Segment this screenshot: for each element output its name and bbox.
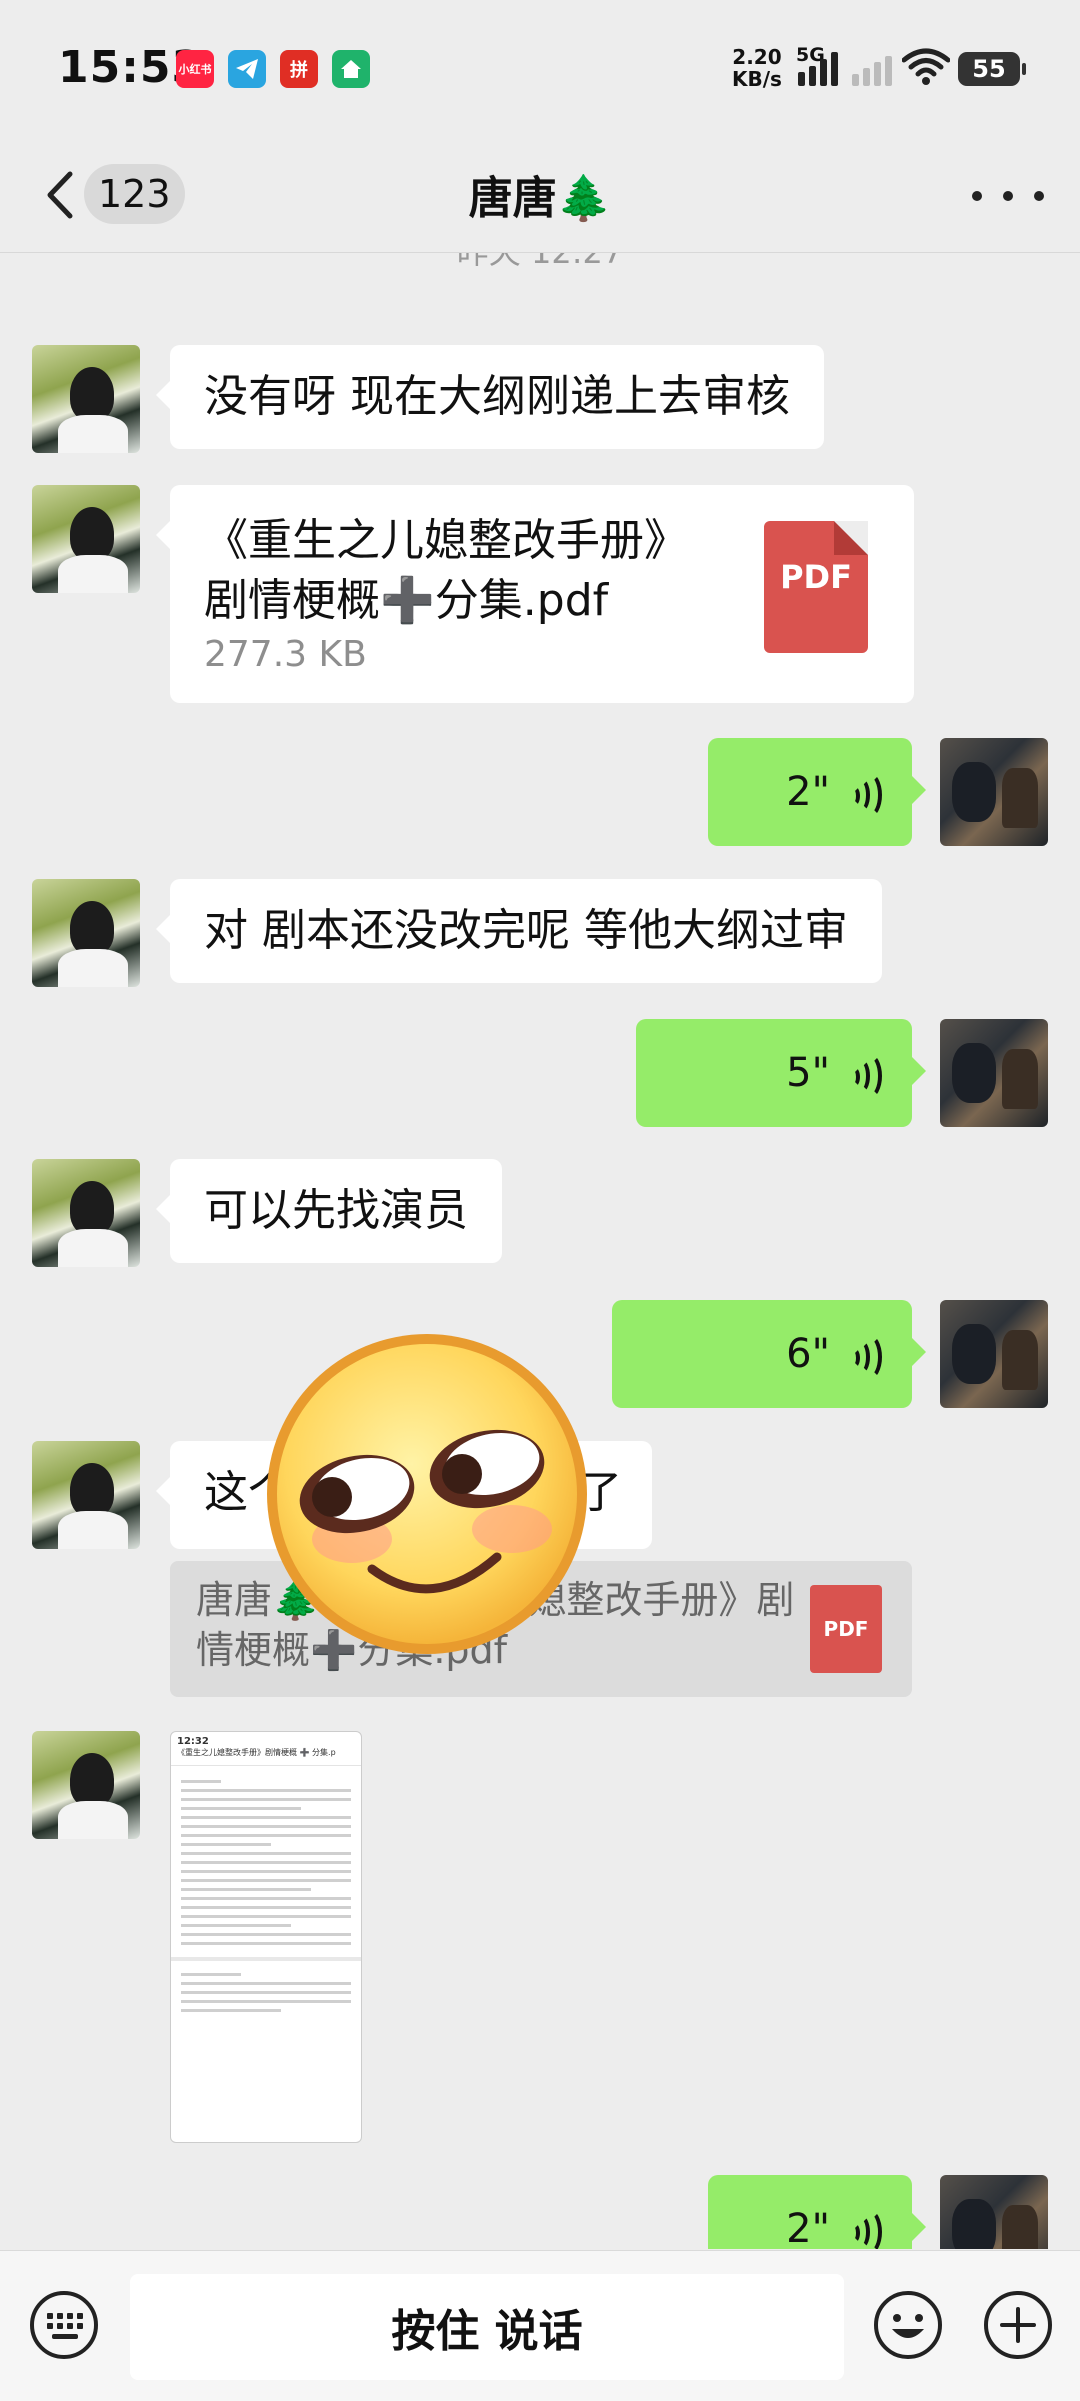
contact-avatar[interactable]: [32, 1441, 140, 1549]
voice-message[interactable]: 2": [708, 738, 926, 846]
contact-avatar[interactable]: [32, 879, 140, 987]
pdf-file-icon: PDF: [764, 521, 868, 653]
chat-title: 唐唐🌲: [468, 173, 612, 224]
my-avatar[interactable]: [940, 1300, 1048, 1408]
contact-avatar[interactable]: [32, 1731, 140, 1839]
pdf-label: PDF: [780, 558, 852, 596]
keyboard-icon[interactable]: [28, 2289, 100, 2361]
voice-duration: 6": [786, 1331, 830, 1377]
network-speed: 2.20 KB/s: [732, 46, 782, 90]
image-caption: 《重生之儿媳整改手册》剧情梗概 ➕ 分集.p: [177, 1748, 336, 1757]
signal-strength-icon: [798, 46, 838, 86]
contact-avatar[interactable]: [32, 1159, 140, 1267]
more-icon[interactable]: [972, 176, 1044, 216]
contact-avatar[interactable]: [32, 485, 140, 593]
plus-icon[interactable]: [982, 2289, 1054, 2361]
voice-message[interactable]: 6": [612, 1300, 926, 1408]
voice-duration: 5": [786, 1050, 830, 1096]
home-app-icon: [332, 50, 370, 88]
emoji-icon[interactable]: [872, 2289, 944, 2361]
voice-wave-icon: [848, 1334, 882, 1380]
voice-message[interactable]: 2": [708, 2175, 926, 2249]
image-message-header: 12:32 《重生之儿媳整改手册》剧情梗概 ➕ 分集.p: [171, 1732, 361, 1766]
file-name: 《重生之儿媳整改手册》剧情梗概➕分集.pdf: [204, 515, 688, 626]
wifi-icon: [902, 48, 950, 85]
voice-duration: 2": [786, 2206, 830, 2249]
message-list[interactable]: 昨天 12:27 没有呀 现在大纲刚递上去审核 《重生之儿媳整改手册》剧情梗概➕…: [0, 253, 1080, 2249]
xiaohongshu-icon: 小红书: [176, 50, 214, 88]
text-message[interactable]: 对 剧本还没改完呢 等他大纲过审: [156, 879, 882, 983]
signal-strength-secondary-icon: [852, 46, 892, 86]
voice-wave-icon: [848, 772, 882, 818]
text-message[interactable]: 可以先找演员: [156, 1159, 502, 1263]
my-avatar[interactable]: [940, 2175, 1048, 2249]
battery-icon: 55: [958, 52, 1026, 86]
file-message[interactable]: 《重生之儿媳整改手册》剧情梗概➕分集.pdf 277.3 KB PDF: [156, 485, 914, 703]
status-bar: 15:53 小红书 拼 2.20 KB/s 5G 55: [0, 0, 1080, 140]
voice-duration: 2": [786, 769, 830, 815]
input-bar: 按住 说话: [0, 2250, 1080, 2401]
hold-to-talk-button[interactable]: 按住 说话: [130, 2274, 844, 2380]
telegram-icon: [228, 50, 266, 88]
my-avatar[interactable]: [940, 738, 1048, 846]
notification-icons: 小红书 拼: [176, 50, 370, 88]
voice-wave-icon: [848, 1053, 882, 1099]
speed-value: 2.20: [732, 45, 782, 69]
image-time: 12:32: [177, 1736, 209, 1747]
speed-unit: KB/s: [732, 67, 782, 91]
voice-wave-icon: [848, 2209, 882, 2249]
image-message[interactable]: 12:32 《重生之儿媳整改手册》剧情梗概 ➕ 分集.p: [170, 1731, 362, 2143]
contact-avatar[interactable]: [32, 345, 140, 453]
image-document-lines: [171, 1766, 361, 2012]
smirk-emoji-sticker: [267, 1334, 587, 1654]
my-avatar[interactable]: [940, 1019, 1048, 1127]
voice-message[interactable]: 5": [636, 1019, 926, 1127]
timestamp: 昨天 12:27: [0, 253, 1080, 273]
chat-header: 123 唐唐🌲: [0, 140, 1080, 253]
quoted-pdf-icon: PDF: [810, 1585, 882, 1673]
text-message[interactable]: 没有呀 现在大纲刚递上去审核: [156, 345, 824, 449]
pinduoduo-icon: 拼: [280, 50, 318, 88]
